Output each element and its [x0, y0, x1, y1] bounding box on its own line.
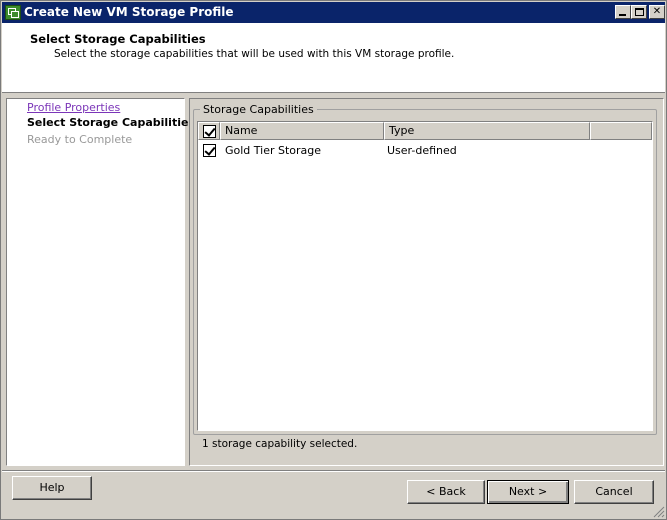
select-all-header[interactable]	[198, 122, 220, 140]
row-checkbox[interactable]	[203, 144, 216, 157]
maximize-icon	[635, 8, 644, 16]
minimize-icon	[619, 14, 626, 16]
title-bar[interactable]: Create New VM Storage Profile ✕	[2, 2, 665, 23]
wizard-window: Create New VM Storage Profile ✕ Select S…	[0, 0, 667, 520]
column-header-name[interactable]: Name	[220, 122, 384, 140]
footer-separator	[2, 470, 665, 472]
table-row[interactable]: Gold Tier Storage User-defined	[198, 142, 652, 160]
cancel-button[interactable]: Cancel	[574, 480, 654, 504]
step-select-storage-capabilities: Select Storage Capabilities	[27, 116, 195, 129]
step-profile-properties[interactable]: Profile Properties	[27, 101, 120, 114]
selection-status: 1 storage capability selected.	[202, 438, 358, 450]
next-button[interactable]: Next >	[487, 480, 569, 504]
select-all-checkbox[interactable]	[203, 125, 216, 138]
maximize-button[interactable]	[631, 5, 647, 19]
wizard-header: Select Storage Capabilities Select the s…	[2, 23, 665, 93]
capability-name: Gold Tier Storage	[225, 144, 322, 157]
page-subtitle: Select the storage capabilities that wil…	[54, 48, 455, 60]
capability-type: User-defined	[387, 144, 457, 157]
column-header-type[interactable]: Type	[384, 122, 590, 140]
close-button[interactable]: ✕	[649, 5, 665, 19]
minimize-button[interactable]	[615, 5, 631, 19]
column-header-filler	[590, 122, 652, 140]
page-title: Select Storage Capabilities	[30, 32, 206, 46]
close-icon: ✕	[652, 6, 662, 17]
capabilities-table: Name Type Gold Tier Storage User-defined	[197, 121, 653, 431]
step-ready-to-complete: Ready to Complete	[27, 133, 133, 146]
resize-grip-icon[interactable]	[651, 504, 665, 518]
help-button[interactable]: Help	[12, 476, 92, 500]
window-title: Create New VM Storage Profile	[24, 5, 234, 19]
group-legend: Storage Capabilities	[200, 103, 317, 116]
wizard-steps-panel: Profile Properties Select Storage Capabi…	[6, 98, 195, 466]
vm-storage-profile-icon	[5, 5, 21, 20]
back-button[interactable]: < Back	[407, 480, 485, 504]
